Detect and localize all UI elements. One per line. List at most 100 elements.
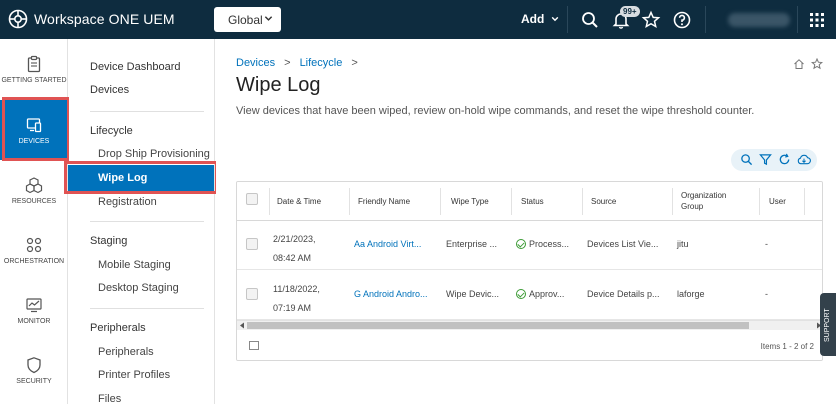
resources-icon [25, 177, 43, 194]
sidebar-item-mobile-staging[interactable]: Mobile Staging [98, 259, 171, 271]
column-header-status[interactable]: Status [513, 182, 581, 221]
cell-wipe-type: Enterprise ... [446, 239, 498, 249]
cell-source: Device Details p... [587, 289, 660, 299]
sidebar-item-files[interactable]: Files [98, 393, 121, 405]
cell-source: Devices List Vie... [587, 239, 659, 249]
sidebar-heading-peripherals[interactable]: Peripherals [90, 322, 146, 334]
nav-label: GETTING STARTED [1, 77, 67, 84]
breadcrumb-separator: > [284, 57, 291, 69]
breadcrumb-devices[interactable]: Devices [236, 57, 275, 69]
clipboard-icon [27, 55, 41, 73]
nav-orchestration[interactable]: ORCHESTRATION [0, 220, 68, 280]
cell-status-text: Process... [529, 239, 570, 249]
cell-friendly-name-link[interactable]: Aa Android Virt... [354, 239, 421, 249]
sidebar-item-device-dashboard[interactable]: Device Dashboard [90, 61, 181, 73]
column-header-friendly-name[interactable]: Friendly Name [350, 182, 440, 221]
help-icon[interactable] [672, 10, 692, 30]
monitor-icon [26, 298, 42, 313]
primary-nav: GETTING STARTED DEVICES RESOURCES ORCHES… [0, 39, 68, 404]
horizontal-scrollbar[interactable] [237, 320, 822, 330]
cell-date-time: 11/18/2022, 07:19 AM [273, 280, 320, 318]
favorite-star-icon[interactable] [811, 58, 823, 70]
divider [90, 308, 204, 309]
sidebar-item-registration[interactable]: Registration [98, 196, 157, 208]
table-row[interactable]: 2/21/2023, 08:42 AM Aa Android Virt... En… [237, 221, 822, 270]
column-header-organization-group[interactable]: Organization Group [673, 182, 759, 221]
nav-security[interactable]: SECURITY [0, 340, 68, 400]
scrollbar-thumb[interactable] [247, 322, 749, 329]
app-grid-icon[interactable] [807, 10, 827, 30]
nav-label: RESOURCES [11, 198, 57, 205]
breadcrumb: Devices > Lifecycle > [236, 57, 367, 69]
cell-status: Process... [516, 239, 569, 249]
column-separator [511, 188, 512, 215]
column-label: Source [591, 197, 617, 206]
cell-status-text: Approv... [529, 289, 565, 299]
column-label: Friendly Name [358, 197, 411, 206]
column-header-wipe-type[interactable]: Wipe Type [443, 182, 511, 221]
page-title: Wipe Log [236, 74, 321, 96]
search-icon[interactable] [740, 153, 753, 171]
breadcrumb-lifecycle[interactable]: Lifecycle [300, 57, 343, 69]
cell-friendly-name-link[interactable]: G Android Andro... [354, 289, 428, 299]
divider [705, 6, 706, 33]
star-icon[interactable] [641, 10, 661, 30]
secondary-nav: Device Dashboard Devices Lifecycle Drop … [69, 39, 215, 405]
sidebar-heading-lifecycle[interactable]: Lifecycle [90, 125, 133, 137]
row-checkbox[interactable] [246, 288, 258, 300]
column-separator [804, 188, 805, 215]
column-header-date-time[interactable]: Date & Time [269, 182, 349, 221]
add-menu-button[interactable]: Add [521, 12, 559, 26]
column-toggle-icon[interactable] [249, 341, 259, 350]
orchestration-icon [26, 237, 42, 253]
sidebar-item-printer-profiles[interactable]: Printer Profiles [98, 369, 170, 381]
nav-resources[interactable]: RESOURCES [0, 160, 68, 220]
user-account-menu[interactable] [728, 13, 790, 27]
sidebar-item-desktop-staging[interactable]: Desktop Staging [98, 282, 179, 294]
items-count: Items 1 - 2 of 2 [760, 342, 814, 351]
sidebar-item-drop-ship-provisioning[interactable]: Drop Ship Provisioning [98, 148, 210, 160]
wipe-log-highlight-outline [64, 161, 218, 194]
cell-time: 08:42 AM [273, 253, 312, 263]
cell-user: - [765, 239, 768, 249]
row-checkbox[interactable] [246, 238, 258, 250]
nav-label: MONITOR [17, 318, 51, 325]
wipe-log-table: Date & Time Friendly Name Wipe Type Stat… [236, 181, 823, 361]
column-label: Organization Group [681, 190, 726, 212]
divider [797, 6, 798, 33]
app-title: Workspace ONE UEM [34, 11, 175, 27]
refresh-icon[interactable] [778, 153, 791, 171]
column-label: Date & Time [277, 197, 322, 206]
scroll-left-arrow-icon[interactable] [239, 322, 245, 329]
cell-time: 07:19 AM [273, 303, 312, 313]
column-label: Wipe Type [451, 197, 489, 206]
export-icon[interactable] [797, 153, 811, 171]
select-all-checkbox[interactable] [246, 193, 258, 205]
notification-badge: 99+ [620, 6, 640, 17]
column-label-line: Group [681, 202, 704, 211]
sidebar-heading-staging[interactable]: Staging [90, 235, 127, 247]
filter-icon[interactable] [759, 153, 772, 171]
add-label: Add [521, 12, 545, 26]
search-icon[interactable] [580, 10, 600, 30]
support-tab[interactable]: SUPPORT [820, 293, 836, 356]
nav-monitor[interactable]: MONITOR [0, 280, 68, 340]
workspace-one-logo-icon[interactable] [8, 9, 28, 29]
cell-organization-group: laforge [677, 289, 705, 299]
sidebar-item-peripherals[interactable]: Peripherals [98, 346, 154, 358]
support-label: SUPPORT [824, 308, 831, 342]
org-group-selector[interactable]: Global [214, 7, 281, 32]
check-circle-icon [516, 289, 526, 299]
column-header-source[interactable]: Source [583, 182, 671, 221]
cell-date: 11/18/2022, [273, 284, 320, 294]
main-content: Devices > Lifecycle > Wipe Log View devices… [216, 39, 836, 404]
column-label: User [769, 197, 786, 206]
home-icon[interactable] [793, 58, 805, 70]
table-footer: Items 1 - 2 of 2 [237, 330, 822, 360]
sidebar-item-devices[interactable]: Devices [90, 84, 129, 96]
column-header-user[interactable]: User [761, 182, 805, 221]
table-row[interactable]: 11/18/2022, 07:19 AM G Android Andro... W… [237, 271, 822, 320]
devices-highlight-outline [2, 97, 70, 161]
nav-getting-started[interactable]: GETTING STARTED [0, 39, 68, 99]
column-label: Status [521, 197, 544, 206]
